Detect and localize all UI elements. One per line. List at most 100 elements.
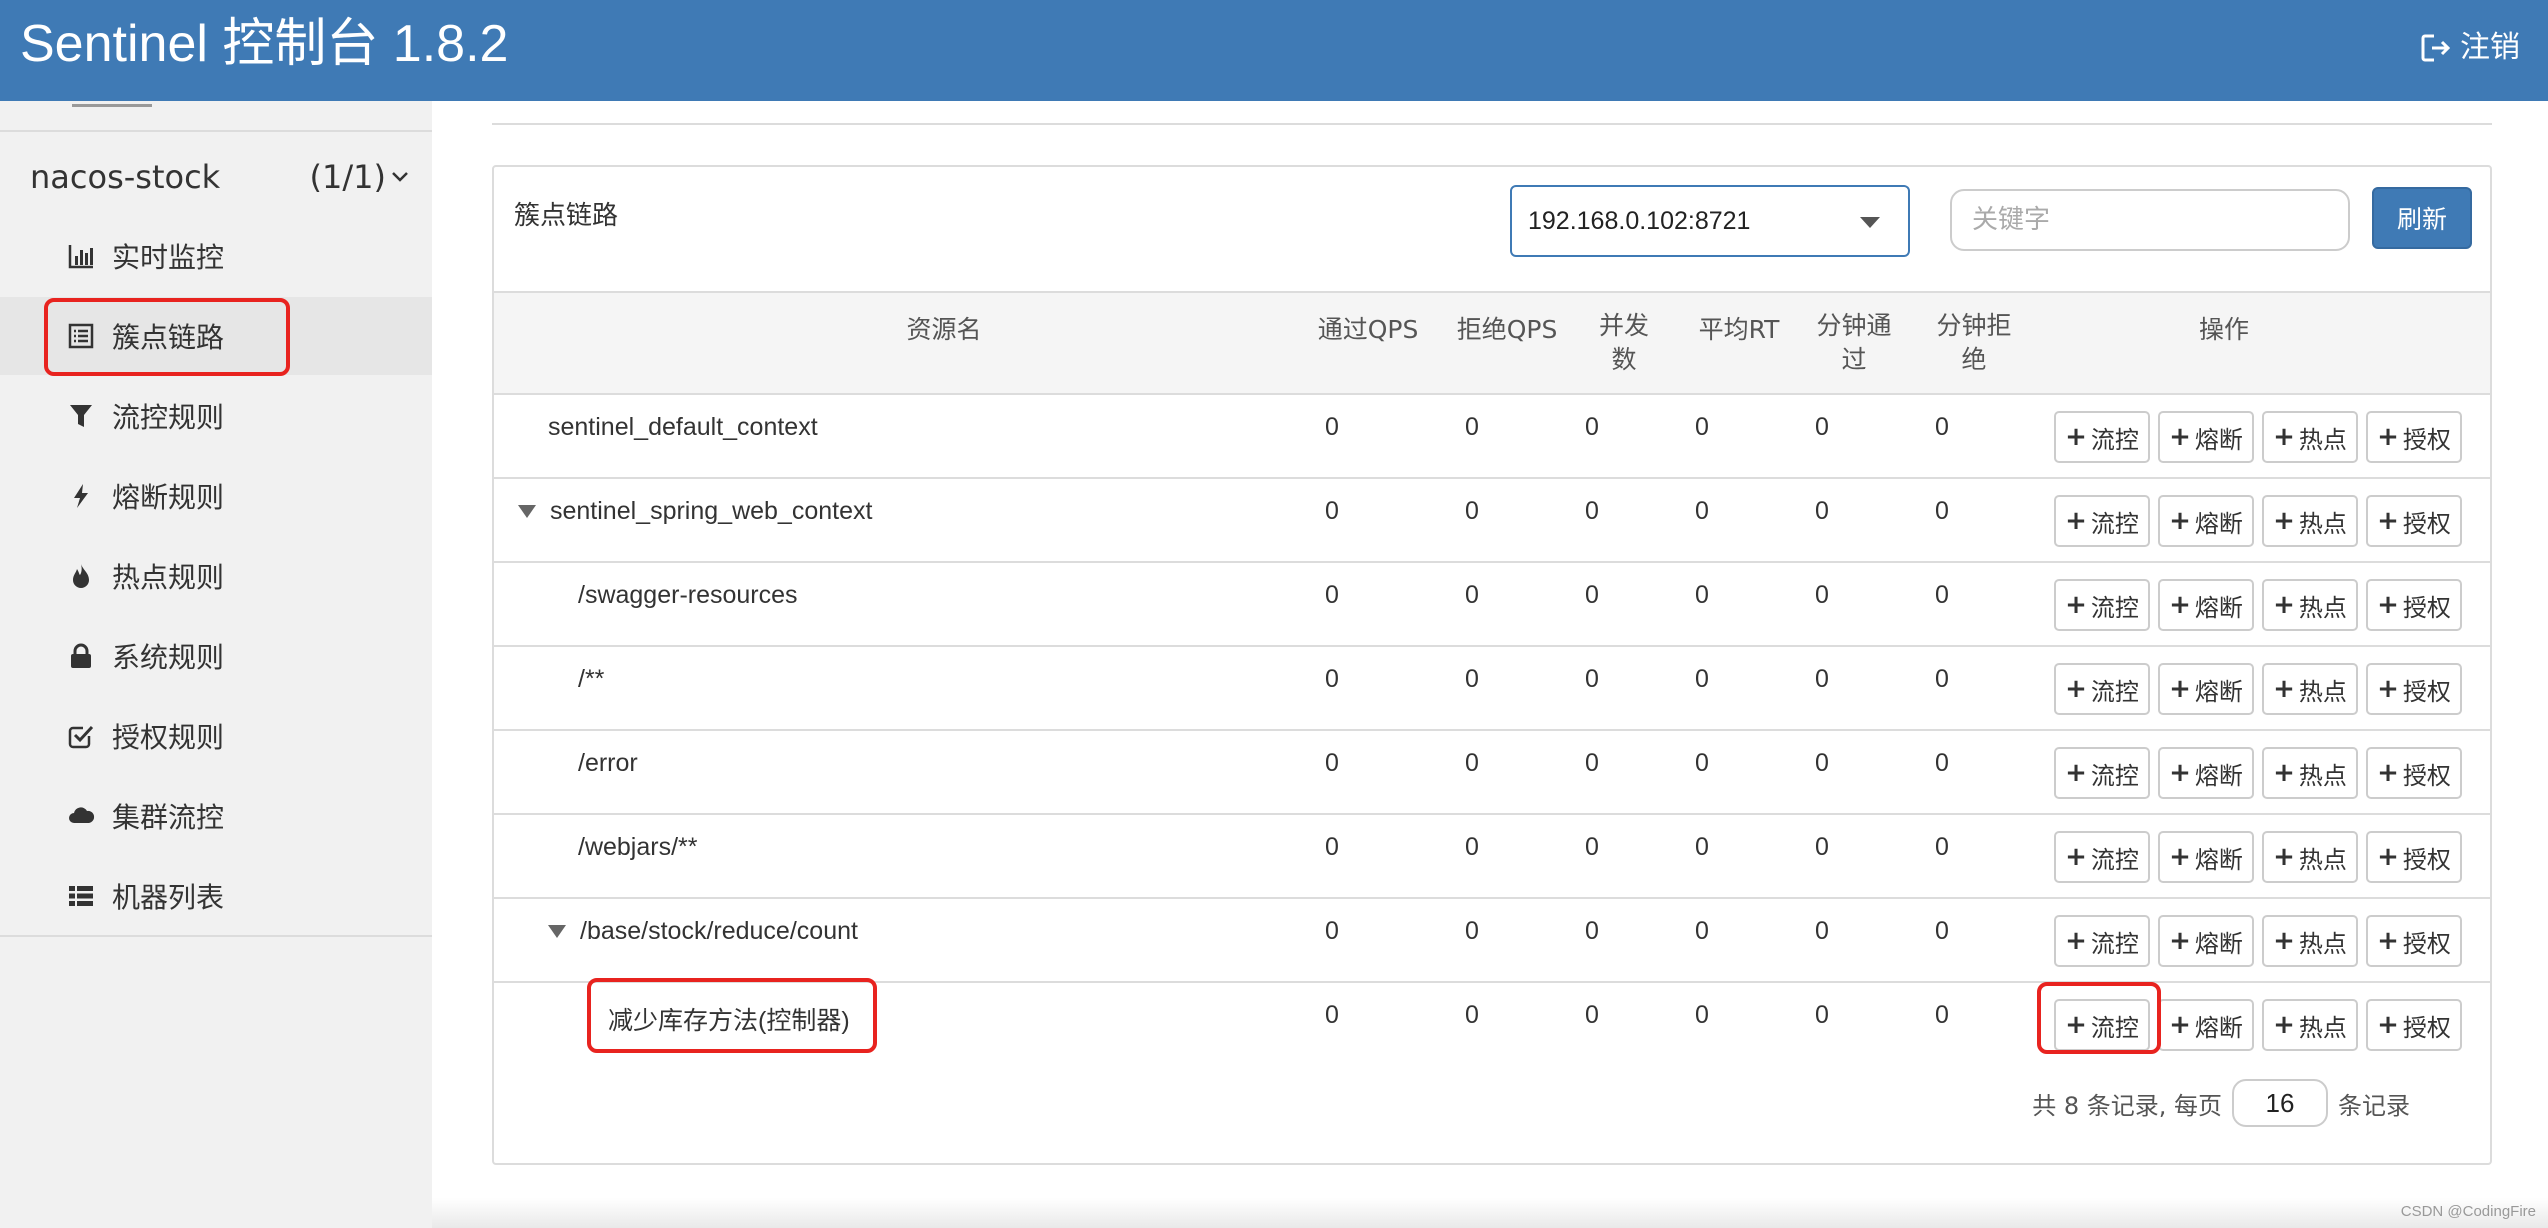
sidebar-item-label: 热点规则 <box>112 561 225 594</box>
row-operations: + 流控 + 熔断 + 热点 + 授权 <box>2054 579 2462 631</box>
header-avg-rt: 平均RT <box>1698 315 1780 344</box>
add-hotspot-rule-button[interactable]: + 热点 <box>2262 747 2358 799</box>
add-authority-rule-button[interactable]: + 授权 <box>2366 495 2462 547</box>
metric-cell: 0 <box>1695 833 1709 861</box>
add-degrade-rule-button[interactable]: + 熔断 <box>2158 663 2254 715</box>
op-button-label: 授权 <box>2402 929 2451 958</box>
add-flow-control-rule-button[interactable]: + 流控 <box>2054 495 2150 547</box>
op-button-label: 授权 <box>2402 1013 2451 1042</box>
op-button-label: 流控 <box>2090 425 2139 454</box>
resource-name[interactable]: /base/stock/reduce/count <box>548 917 858 946</box>
row-operations: + 流控 + 熔断 + 热点 + 授权 <box>2054 747 2462 799</box>
op-button-label: 热点 <box>2298 845 2347 874</box>
add-flow-control-rule-button[interactable]: + 流控 <box>2054 579 2150 631</box>
add-flow-control-rule-button[interactable]: + 流控 <box>2054 747 2150 799</box>
plus-icon: + <box>2377 590 2399 620</box>
add-hotspot-rule-button[interactable]: + 热点 <box>2262 663 2358 715</box>
refresh-button[interactable]: 刷新 <box>2372 187 2472 249</box>
add-authority-rule-button[interactable]: + 授权 <box>2366 411 2462 463</box>
add-degrade-rule-button[interactable]: + 熔断 <box>2158 999 2254 1051</box>
add-flow-control-rule-button[interactable]: + 流控 <box>2054 831 2150 883</box>
plus-icon: + <box>2273 842 2295 872</box>
expand-toggle-icon[interactable] <box>548 925 566 938</box>
add-hotspot-rule-button[interactable]: + 热点 <box>2262 915 2358 967</box>
op-button-label: 授权 <box>2402 425 2451 454</box>
bottom-shadow <box>432 1198 2548 1228</box>
plus-icon: + <box>2169 842 2191 872</box>
add-degrade-rule-button[interactable]: + 熔断 <box>2158 495 2254 547</box>
resource-name: sentinel_default_context <box>548 413 818 442</box>
logout-label: 注销 <box>2460 30 2520 65</box>
sidebar-divider <box>0 935 432 937</box>
add-degrade-rule-button[interactable]: + 熔断 <box>2158 915 2254 967</box>
th-list-icon <box>66 881 96 911</box>
plus-icon: + <box>2377 674 2399 704</box>
caret-down-icon <box>1860 217 1880 228</box>
app-instance-count: (1/1) <box>309 158 386 196</box>
plus-icon: + <box>2377 422 2399 452</box>
lock-icon <box>66 641 96 671</box>
sidebar-item-label: 系统规则 <box>112 641 225 674</box>
add-authority-rule-button[interactable]: + 授权 <box>2366 831 2462 883</box>
sidebar-item-authority-rules[interactable]: 授权规则 <box>0 697 432 775</box>
keyword-search-input[interactable] <box>1950 189 2350 251</box>
plus-icon: + <box>2169 674 2191 704</box>
add-hotspot-rule-button[interactable]: + 热点 <box>2262 999 2358 1051</box>
sidebar-item-machine-list[interactable]: 机器列表 <box>0 857 432 935</box>
plus-icon: + <box>2377 1010 2399 1040</box>
logout-button[interactable]: 注销 <box>2420 28 2520 68</box>
plus-icon: + <box>2065 506 2087 536</box>
sidebar-item-degrade-rules[interactable]: 熔断规则 <box>0 457 432 535</box>
plus-icon: + <box>2065 590 2087 620</box>
add-hotspot-rule-button[interactable]: + 热点 <box>2262 495 2358 547</box>
plus-icon: + <box>2065 422 2087 452</box>
add-degrade-rule-button[interactable]: + 熔断 <box>2158 831 2254 883</box>
plus-icon: + <box>2273 422 2295 452</box>
sidebar-item-cluster-flow[interactable]: 集群流控 <box>0 777 432 855</box>
metric-cell: 0 <box>1815 1001 1829 1029</box>
bolt-icon <box>66 481 96 511</box>
op-button-label: 熔断 <box>2194 593 2243 622</box>
metric-cell: 0 <box>1585 1001 1599 1029</box>
sidebar-item-label: 机器列表 <box>112 881 225 914</box>
row-operations: + 流控 + 熔断 + 热点 + 授权 <box>2054 411 2462 463</box>
add-degrade-rule-button[interactable]: + 熔断 <box>2158 579 2254 631</box>
add-authority-rule-button[interactable]: + 授权 <box>2366 663 2462 715</box>
app-selector[interactable]: nacos-stock (1/1) <box>30 155 410 199</box>
row-operations: + 流控 + 熔断 + 热点 + 授权 <box>2054 495 2462 547</box>
metric-cell: 0 <box>1695 1001 1709 1029</box>
machine-select[interactable]: 192.168.0.102:8721 <box>1510 185 1910 257</box>
resource-name-text: /base/stock/reduce/count <box>580 917 858 945</box>
sidebar-item-flow-rules[interactable]: 流控规则 <box>0 377 432 455</box>
plus-icon: + <box>2273 926 2295 956</box>
metric-cell: 0 <box>1935 1001 1949 1029</box>
add-flow-control-rule-button[interactable]: + 流控 <box>2054 411 2150 463</box>
add-authority-rule-button[interactable]: + 授权 <box>2366 747 2462 799</box>
add-authority-rule-button[interactable]: + 授权 <box>2366 999 2462 1051</box>
add-flow-control-rule-button[interactable]: + 流控 <box>2054 915 2150 967</box>
add-hotspot-rule-button[interactable]: + 热点 <box>2262 579 2358 631</box>
add-degrade-rule-button[interactable]: + 熔断 <box>2158 411 2254 463</box>
expand-toggle-icon[interactable] <box>518 505 536 518</box>
add-hotspot-rule-button[interactable]: + 热点 <box>2262 831 2358 883</box>
bar-chart-icon <box>66 241 96 271</box>
add-authority-rule-button[interactable]: + 授权 <box>2366 579 2462 631</box>
add-flow-control-rule-button[interactable]: + 流控 <box>2054 663 2150 715</box>
sidebar-item-hotspot-rules[interactable]: 热点规则 <box>0 537 432 615</box>
sidebar-item-label: 熔断规则 <box>112 481 225 514</box>
op-button-label: 流控 <box>2090 929 2139 958</box>
op-button-label: 熔断 <box>2194 845 2243 874</box>
app-title: Sentinel 控制台 1.8.2 <box>20 15 509 73</box>
resource-name[interactable]: sentinel_spring_web_context <box>518 497 872 526</box>
resource-name-text: /swagger-resources <box>578 581 798 609</box>
sidebar-item-system-rules[interactable]: 系统规则 <box>0 617 432 695</box>
metric-cell: 0 <box>1325 749 1339 777</box>
sidebar-item-realtime-monitor[interactable]: 实时监控 <box>0 217 432 295</box>
page-size-input[interactable] <box>2232 1079 2328 1127</box>
metric-cell: 0 <box>1695 497 1709 525</box>
sidebar-item-label: 集群流控 <box>112 801 225 834</box>
add-authority-rule-button[interactable]: + 授权 <box>2366 915 2462 967</box>
add-hotspot-rule-button[interactable]: + 热点 <box>2262 411 2358 463</box>
resource-name-text: /error <box>578 749 638 777</box>
add-degrade-rule-button[interactable]: + 熔断 <box>2158 747 2254 799</box>
